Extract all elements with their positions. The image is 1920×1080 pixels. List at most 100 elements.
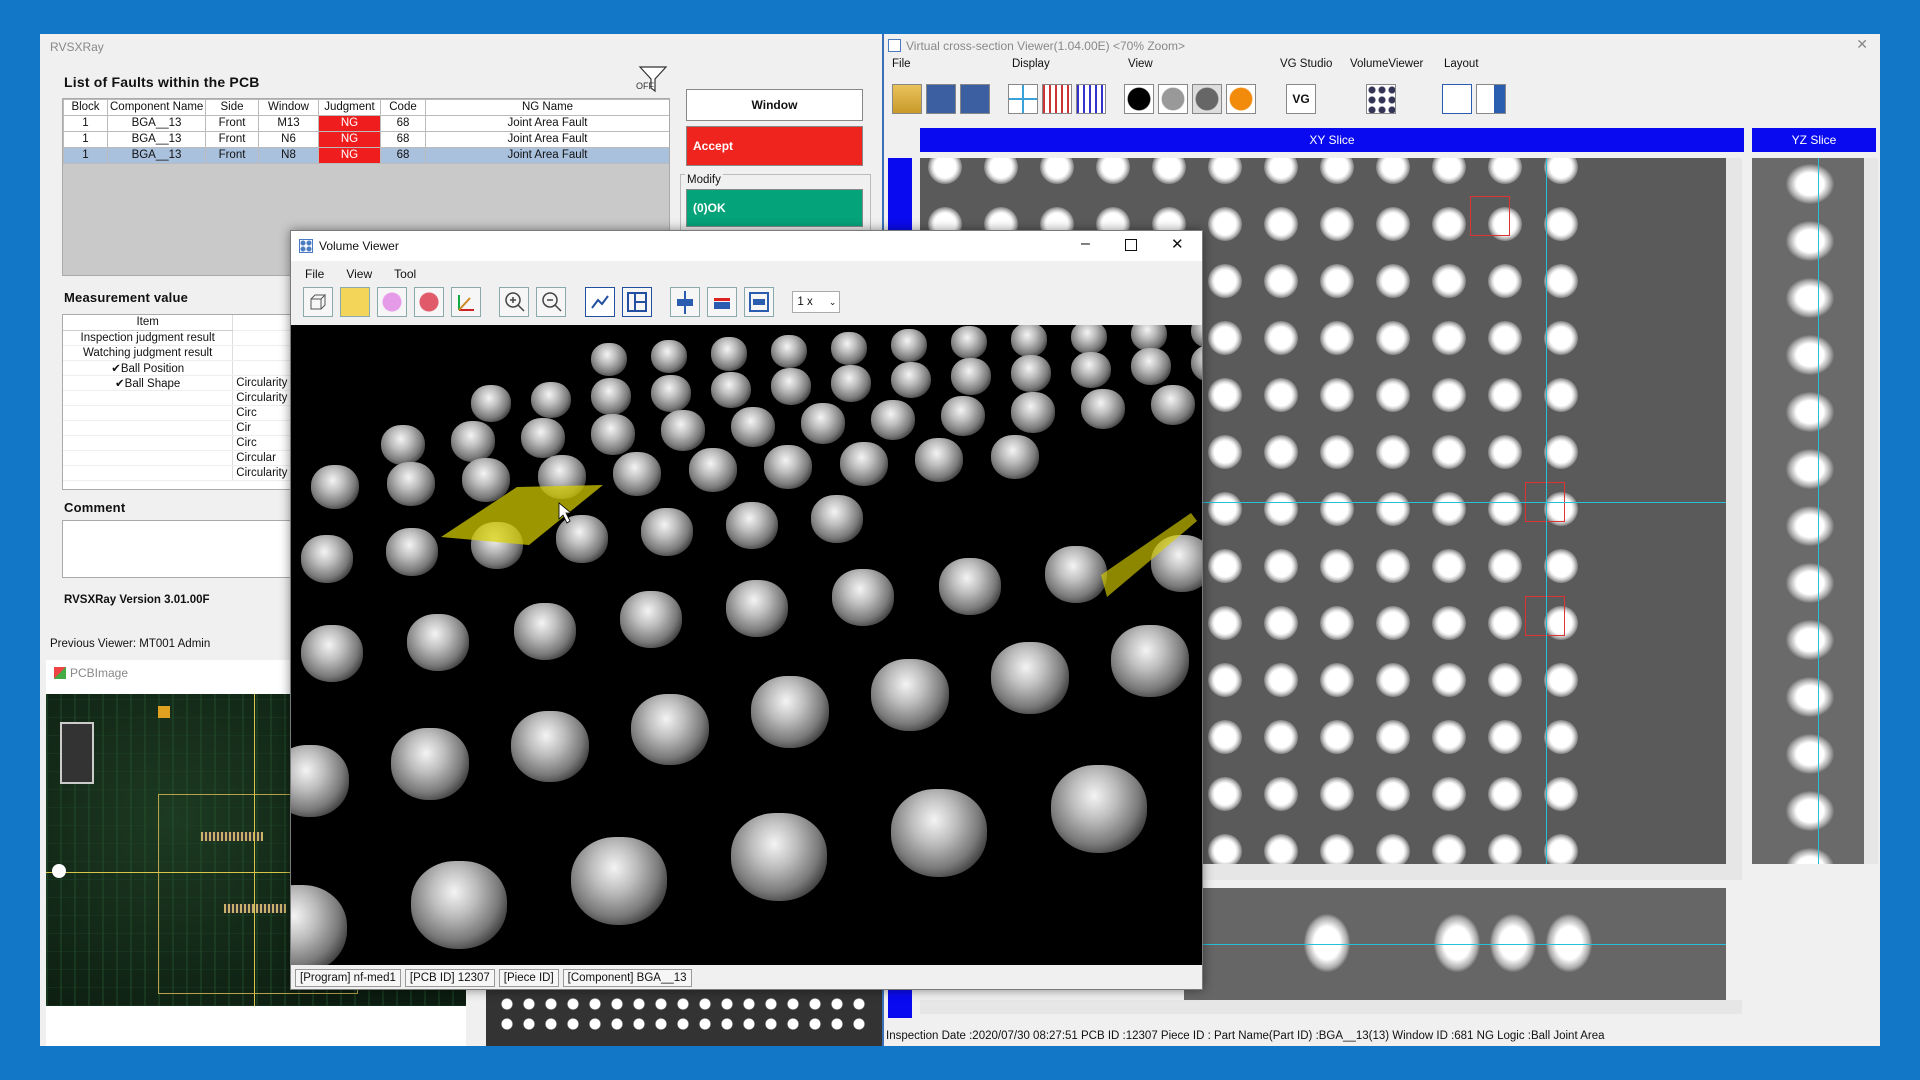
zoom-select[interactable]: 1 x ⌄ — [792, 291, 841, 313]
crosshair-v — [1546, 158, 1547, 864]
cs-group-layout: Layout — [1444, 58, 1479, 70]
ng-marker[interactable] — [1525, 596, 1565, 636]
yz-ball — [1786, 221, 1834, 261]
xy-vertical-scrollbar[interactable] — [1726, 158, 1742, 864]
measurement-item — [63, 450, 234, 466]
fault-table-cell: 1 — [63, 147, 108, 164]
xz-slice-view[interactable] — [1184, 888, 1726, 1000]
minimize-icon[interactable]: – — [1081, 235, 1090, 253]
vg-studio-icon[interactable]: VG — [1286, 84, 1316, 114]
solder-ball — [1544, 834, 1578, 864]
slice-red-icon[interactable] — [707, 287, 738, 317]
save-as-icon[interactable] — [960, 84, 990, 114]
xz-scrollbar[interactable] — [920, 1000, 1742, 1014]
cs-close-icon[interactable]: ✕ — [1856, 36, 1868, 53]
fault-table-row[interactable]: 1 BGA__13 Front M13 NG 68 Joint Area Fault — [63, 115, 669, 132]
box-3d-icon[interactable] — [303, 287, 333, 317]
solder-ball — [1208, 549, 1242, 583]
fault-table-cell: 1 — [63, 131, 108, 148]
solder-ball — [928, 158, 962, 184]
fault-table-header[interactable]: Component Name — [107, 99, 206, 116]
window-button[interactable]: Window — [686, 89, 863, 121]
fault-table-header[interactable]: Side — [205, 99, 259, 116]
maximize-icon[interactable] — [1125, 239, 1137, 251]
clip-plane-icon[interactable] — [414, 287, 444, 317]
cs-app-icon — [888, 39, 901, 52]
pcb-title-text: PCBImage — [70, 666, 129, 680]
slice-xy-icon[interactable] — [744, 287, 775, 317]
menu-tool[interactable]: Tool — [394, 267, 416, 281]
measurement-item — [63, 465, 234, 481]
zoom-in-icon[interactable] — [499, 287, 530, 317]
grid-2-icon[interactable] — [1042, 84, 1072, 114]
comment-title: Comment — [64, 500, 126, 515]
ok-button[interactable]: (0)OK — [686, 189, 863, 227]
view-orange-icon[interactable] — [1226, 84, 1256, 114]
solder-ball — [1544, 720, 1578, 754]
cs-group-volumeviewer: VolumeViewer — [1350, 58, 1424, 70]
sphere-icon[interactable] — [377, 287, 407, 317]
measurement-item: ✔Ball Position — [63, 360, 234, 376]
solder-ball — [1376, 378, 1410, 412]
solder-ball — [1488, 549, 1522, 583]
yz-ball — [1786, 164, 1834, 204]
save-icon[interactable] — [926, 84, 956, 114]
fault-table-header[interactable]: Code — [380, 99, 426, 116]
layout-1-icon[interactable] — [1442, 84, 1472, 114]
chart-icon[interactable] — [584, 287, 615, 317]
grid-3-icon[interactable] — [1076, 84, 1106, 114]
pcb-strip — [224, 904, 286, 913]
solder-ball — [1376, 264, 1410, 298]
solder-ball — [1320, 158, 1354, 184]
zoom-out-icon[interactable] — [536, 287, 567, 317]
clip-plane-yellow — [441, 485, 603, 545]
status-piece-id: [Piece ID] — [498, 969, 559, 987]
fault-table-header[interactable]: Block — [63, 99, 108, 116]
measurement-item — [63, 390, 234, 406]
yz-scrollbar[interactable] — [1864, 158, 1878, 864]
grid-1-icon[interactable] — [1008, 84, 1038, 114]
fault-table-cell: Joint Area Fault — [425, 131, 669, 148]
close-icon[interactable]: ✕ — [1171, 235, 1184, 253]
filter-button[interactable]: OFF — [636, 64, 670, 94]
fault-table-cell: BGA__13 — [107, 147, 206, 164]
solder-ball — [1376, 435, 1410, 469]
3d-volume-view[interactable] — [291, 325, 1202, 965]
yz-slice-header: YZ Slice — [1752, 128, 1876, 152]
fault-table-header[interactable]: Window — [258, 99, 319, 116]
view-gray-icon[interactable] — [1192, 84, 1222, 114]
filter-state: OFF — [636, 81, 654, 91]
solder-ball — [1152, 158, 1186, 184]
fault-table-row[interactable]: 1 BGA__13 Front N6 NG 68 Joint Area Fault — [63, 131, 669, 148]
view-line-icon[interactable] — [1158, 84, 1188, 114]
yz-ball — [1786, 848, 1834, 864]
ng-marker[interactable] — [1470, 196, 1510, 236]
xy-slice-header: XY Slice — [920, 128, 1744, 152]
menu-view[interactable]: View — [346, 267, 372, 281]
fault-table-row[interactable]: 1 BGA__13 Front N8 NG 68 Joint Area Fault — [63, 147, 669, 164]
slice-z-icon[interactable] — [670, 287, 701, 317]
layout-2-icon[interactable] — [1476, 84, 1506, 114]
solder-ball — [1264, 720, 1298, 754]
yz-slice-view[interactable] — [1752, 158, 1864, 864]
fault-table-header[interactable]: Judgment — [318, 99, 381, 116]
layout-split-icon[interactable] — [621, 287, 652, 317]
solder-ball — [1376, 158, 1410, 184]
cs-status-bar: Inspection Date :2020/07/30 08:27:51 PCB… — [886, 1030, 1605, 1042]
fault-table-cell: 1 — [63, 115, 108, 132]
open-folder-icon[interactable] — [892, 84, 922, 114]
axis-icon[interactable] — [451, 287, 481, 317]
accept-button[interactable]: Accept — [686, 126, 863, 166]
fault-table-header[interactable]: NG Name — [425, 99, 669, 116]
volume-viewer-icon[interactable] — [1366, 84, 1396, 114]
menu-file[interactable]: File — [305, 267, 324, 281]
solder-ball — [1208, 435, 1242, 469]
highlight-icon[interactable] — [340, 287, 370, 317]
solder-ball — [1264, 378, 1298, 412]
view-black-icon[interactable] — [1124, 84, 1154, 114]
solder-ball — [1488, 264, 1522, 298]
solder-ball — [1544, 378, 1578, 412]
fault-table-cell: 68 — [380, 115, 426, 132]
solder-ball — [1208, 264, 1242, 298]
solder-ball — [1432, 264, 1466, 298]
